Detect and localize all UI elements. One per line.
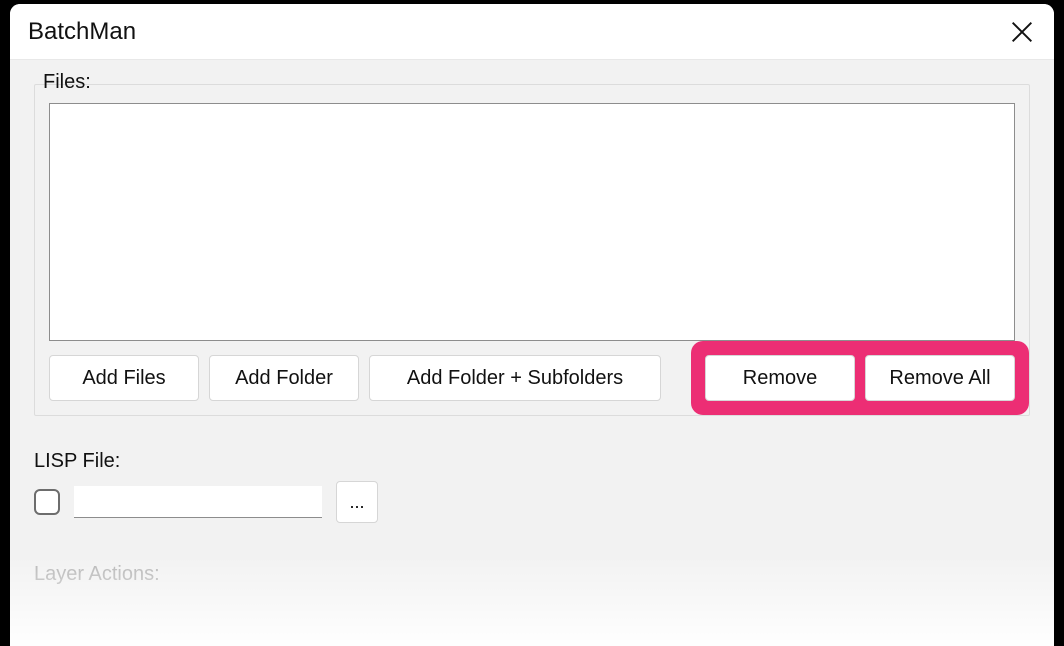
files-group: Files: Add Files Add Folder Add Folder +… xyxy=(34,84,1030,416)
window-title: BatchMan xyxy=(28,18,136,46)
add-folder-subfolders-button[interactable]: Add Folder + Subfolders xyxy=(369,355,661,401)
close-icon[interactable] xyxy=(1008,18,1036,46)
remove-button[interactable]: Remove xyxy=(705,355,855,401)
add-folder-button[interactable]: Add Folder xyxy=(209,355,359,401)
browse-button[interactable]: ... xyxy=(336,481,378,523)
remove-all-button[interactable]: Remove All xyxy=(865,355,1015,401)
titlebar: BatchMan xyxy=(10,4,1054,60)
lisp-file-input[interactable] xyxy=(74,486,322,518)
lisp-file-label: LISP File: xyxy=(34,450,1030,473)
lisp-checkbox[interactable] xyxy=(34,489,60,515)
content-area: Files: Add Files Add Folder Add Folder +… xyxy=(10,60,1054,646)
remove-highlight-group: Remove Remove All xyxy=(691,341,1029,415)
window: BatchMan Files: Add Files Add Folder Add… xyxy=(10,4,1054,646)
lisp-row: ... xyxy=(34,481,1030,523)
files-listbox[interactable] xyxy=(49,103,1015,341)
add-files-button[interactable]: Add Files xyxy=(49,355,199,401)
layer-actions-label: Layer Actions: xyxy=(34,563,1030,586)
files-legend: Files: xyxy=(39,71,95,94)
spacer xyxy=(671,355,681,401)
files-button-row: Add Files Add Folder Add Folder + Subfol… xyxy=(49,355,1015,401)
